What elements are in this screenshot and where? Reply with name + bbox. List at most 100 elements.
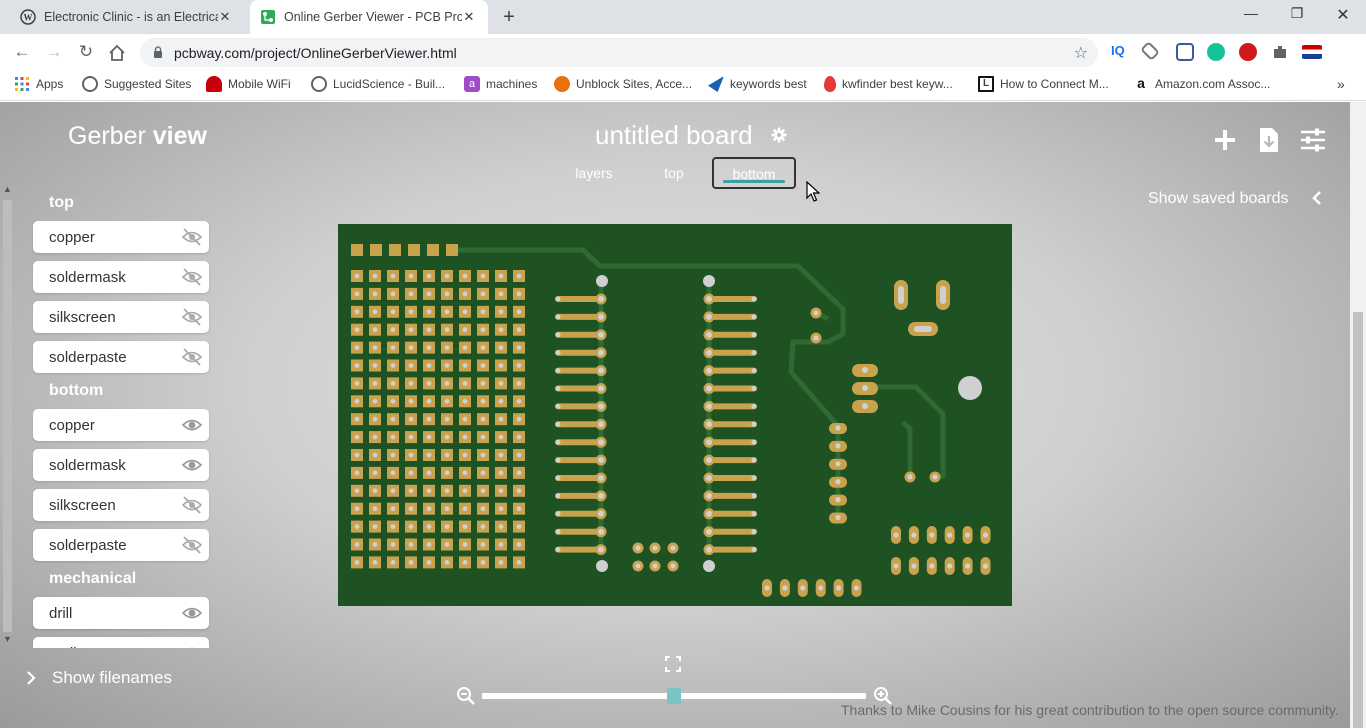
reload-icon[interactable]: ↻ (75, 41, 97, 63)
bookmark-mobile-wifi[interactable]: Mobile WiFi (206, 76, 291, 92)
eye-icon[interactable] (181, 415, 203, 435)
drill-hole (408, 470, 414, 476)
show-saved-boards-button[interactable]: Show saved boards (1148, 190, 1289, 208)
layer-bottom-soldermask[interactable]: soldermask (33, 449, 209, 481)
bookmark-unblock-sites[interactable]: Unblock Sites, Acce... (554, 76, 692, 92)
layer-top-silkscreen[interactable]: silkscreen (33, 301, 209, 333)
drill-hole (516, 291, 522, 297)
eye-off-icon[interactable] (181, 347, 203, 367)
drill-hole (751, 314, 757, 320)
section-title-mechanical: mechanical (49, 570, 137, 587)
zoom-slider-handle[interactable] (667, 688, 681, 704)
eye-icon[interactable] (181, 455, 203, 475)
chevron-left-icon[interactable] (1311, 191, 1323, 205)
browser-tab-2[interactable]: Online Gerber Viewer - PCB Proto ✕ (250, 0, 488, 34)
address-bar[interactable]: pcbway.com/project/OnlineGerberViewer.ht… (140, 38, 1098, 67)
drill-hole (498, 327, 504, 333)
eye-off-icon[interactable] (181, 495, 203, 515)
drill-hole (498, 273, 504, 279)
eye-icon[interactable] (181, 603, 203, 623)
layer-drill[interactable]: drill (33, 597, 209, 629)
restore-icon[interactable]: ❐ (1282, 5, 1312, 22)
drill-hole (813, 310, 819, 316)
pcbway-icon (261, 10, 275, 24)
drill-hole (706, 349, 712, 356)
eye-off-icon[interactable] (181, 227, 203, 247)
drill-hole (462, 291, 468, 297)
pad (427, 244, 439, 256)
pad (446, 244, 458, 256)
gear-icon[interactable] (771, 127, 787, 143)
bookmark-keywords-best[interactable]: keywords best (708, 76, 807, 92)
eye-icon[interactable] (181, 643, 203, 648)
layer-top-copper[interactable]: copper (33, 221, 209, 253)
drill-hole (408, 434, 414, 440)
close-tab-icon[interactable]: ✕ (218, 9, 232, 25)
bookmark-amazon[interactable]: a Amazon.com Assoc... (1133, 76, 1270, 92)
drill-hole (390, 452, 396, 458)
page-scrollbar[interactable] (1350, 102, 1366, 728)
globe-icon (311, 76, 327, 92)
drill-hole (782, 585, 788, 591)
fullscreen-icon[interactable] (665, 656, 681, 672)
tab-bottom[interactable]: bottom (712, 157, 796, 189)
drill-hole (408, 363, 414, 368)
bookmark-lucidscience[interactable]: LucidScience - Buil... (311, 76, 445, 92)
drill-hole (498, 363, 504, 368)
eye-off-icon[interactable] (181, 307, 203, 327)
add-icon[interactable] (1212, 127, 1238, 153)
tag-extension-icon[interactable] (1140, 41, 1160, 61)
page-scrollbar-thumb[interactable] (1353, 312, 1363, 728)
more-bookmarks-icon[interactable]: » (1337, 76, 1345, 92)
adblock-icon[interactable] (1239, 43, 1257, 61)
drill-hole (751, 529, 757, 535)
tab-top[interactable]: top (650, 158, 698, 188)
drill-hole (354, 488, 360, 494)
pcb-render[interactable] (338, 224, 1012, 606)
layer-top-soldermask[interactable]: soldermask (33, 261, 209, 293)
layer-bottom-solderpaste[interactable]: solderpaste (33, 529, 209, 561)
bookmark-how-to-connect[interactable]: L How to Connect M... (978, 76, 1109, 92)
bookmark-kwfinder[interactable]: kwfinder best keyw... (824, 76, 953, 92)
new-tab-button[interactable]: + (498, 6, 520, 29)
drill-hole (965, 532, 971, 538)
layer-outline[interactable]: outline (33, 637, 209, 648)
tab-layers[interactable]: layers (566, 158, 622, 188)
drill-hole (372, 452, 378, 458)
drill-hole (426, 470, 432, 476)
board-title[interactable]: untitled board (595, 120, 753, 151)
minimize-icon[interactable]: — (1236, 5, 1266, 21)
browser-tab-1[interactable]: W Electronic Clinic - is an Electrical a… (0, 0, 248, 34)
layer-bottom-copper[interactable]: copper (33, 409, 209, 441)
eye-off-icon[interactable] (181, 535, 203, 555)
zoom-out-icon[interactable] (456, 686, 476, 706)
bookmark-star-icon[interactable]: ☆ (1074, 43, 1088, 63)
drill-hole (390, 398, 396, 404)
grammarly-icon[interactable] (1207, 43, 1225, 61)
iq-extension-icon[interactable]: IQ (1111, 43, 1129, 61)
bookmark-apps[interactable]: Apps (14, 76, 63, 92)
drill-hole (462, 345, 468, 350)
pad (351, 244, 363, 256)
bookmark-suggested-sites[interactable]: Suggested Sites (82, 76, 191, 92)
bookmark-machines[interactable]: a machines (464, 76, 537, 92)
drill-hole (462, 363, 468, 368)
close-window-icon[interactable]: ✕ (1328, 5, 1358, 25)
back-icon[interactable]: ← (11, 41, 33, 63)
download-icon[interactable] (1256, 127, 1282, 153)
forward-icon[interactable]: → (43, 41, 65, 63)
square-extension-icon[interactable] (1176, 43, 1194, 61)
layer-top-solderpaste[interactable]: solderpaste (33, 341, 209, 373)
show-filenames-toggle[interactable]: Show filenames (26, 668, 172, 688)
layer-bottom-silkscreen[interactable]: silkscreen (33, 489, 209, 521)
eye-off-icon[interactable] (181, 267, 203, 287)
close-tab-icon[interactable]: ✕ (462, 9, 476, 25)
home-icon[interactable] (107, 43, 127, 63)
zoom-control (456, 686, 896, 706)
settings-sliders-icon[interactable] (1300, 127, 1326, 153)
app-logo: Gerber view (68, 122, 207, 150)
drill-hole (426, 560, 432, 565)
flag-extension-icon[interactable] (1302, 45, 1322, 59)
extensions-puzzle-icon[interactable] (1271, 43, 1289, 61)
drill-hole (480, 560, 486, 565)
